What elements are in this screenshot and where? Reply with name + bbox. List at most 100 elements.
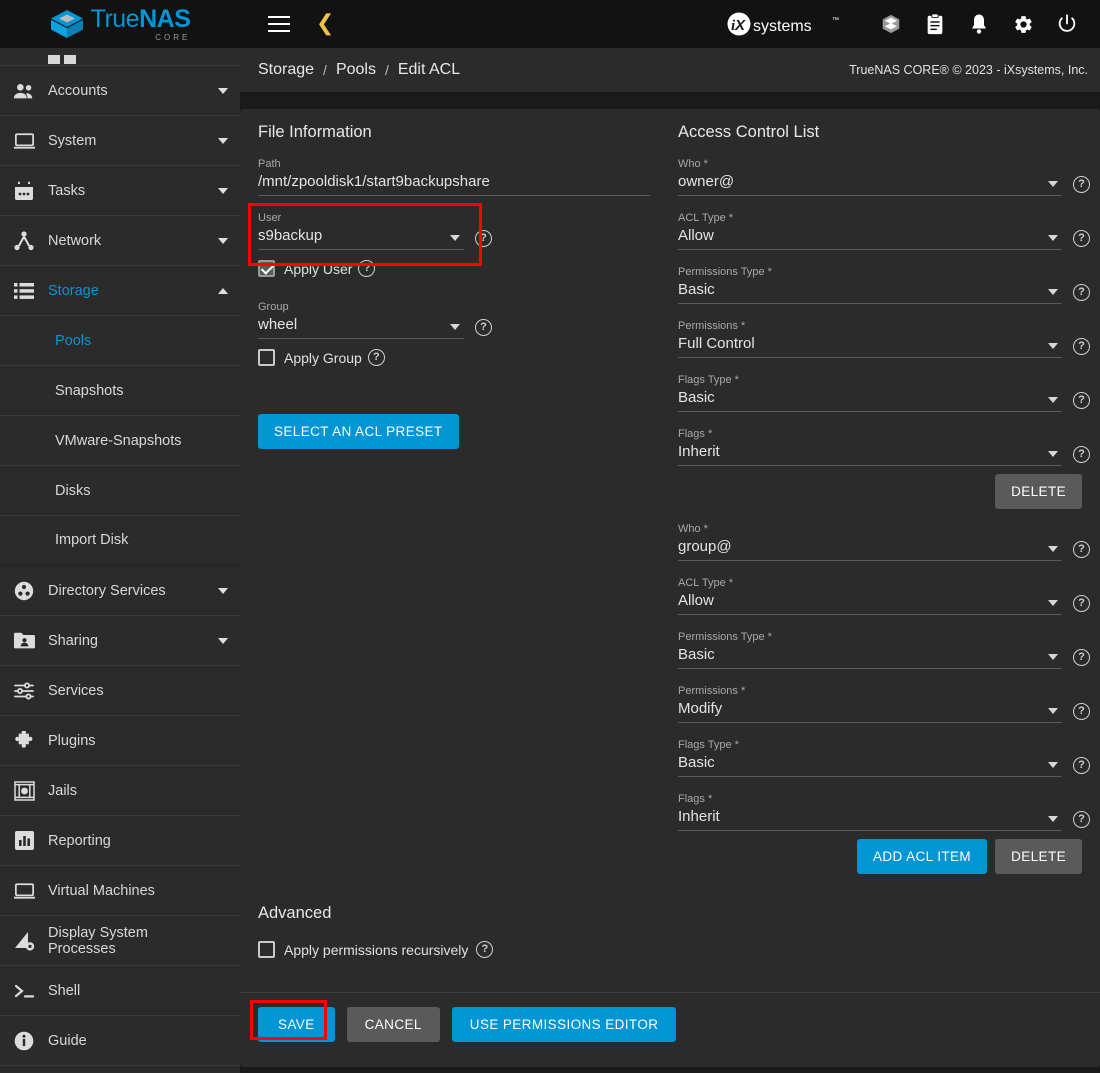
sidebar-item-accounts[interactable]: Accounts: [0, 66, 240, 116]
sidebar-item-import-disk[interactable]: Import Disk: [0, 516, 240, 566]
select-acl-preset-button[interactable]: SELECT AN ACL PRESET: [258, 414, 459, 449]
notifications-bell-icon[interactable]: [966, 11, 992, 37]
tasks-clipboard-icon[interactable]: [922, 11, 948, 37]
sidebar-item-reporting[interactable]: Reporting: [0, 816, 240, 866]
acl-type-select[interactable]: Allow: [678, 592, 1062, 615]
chevron-down-icon[interactable]: [1048, 181, 1058, 187]
flags-type-select[interactable]: Basic: [678, 389, 1062, 412]
help-icon[interactable]: ?: [358, 260, 375, 277]
acl-list-actions: ADD ACL ITEM DELETE: [678, 839, 1090, 874]
power-icon[interactable]: [1054, 11, 1080, 37]
sidebar-item-dashboard-partial[interactable]: [0, 48, 240, 66]
help-icon[interactable]: ?: [1073, 446, 1090, 463]
chevron-left-icon[interactable]: ❮: [316, 13, 334, 35]
sidebar-item-plugins[interactable]: Plugins: [0, 716, 240, 766]
path-value[interactable]: /mnt/zpooldisk1/start9backupshare: [258, 173, 650, 196]
help-icon[interactable]: ?: [1073, 230, 1090, 247]
delete-acl-entry-button[interactable]: DELETE: [995, 474, 1082, 509]
apply-group-checkbox[interactable]: [258, 349, 275, 366]
chevron-down-icon[interactable]: [1048, 546, 1058, 552]
flags-type-select[interactable]: Basic: [678, 754, 1062, 777]
sidebar-item-disks[interactable]: Disks: [0, 466, 240, 516]
user-select[interactable]: s9backup: [258, 227, 464, 250]
who-select[interactable]: group@: [678, 538, 1062, 561]
permissions-type-select[interactable]: Basic: [678, 646, 1062, 669]
chevron-up-icon[interactable]: [206, 288, 240, 294]
acl-type-select[interactable]: Allow: [678, 227, 1062, 250]
help-icon[interactable]: ?: [1073, 811, 1090, 828]
chevron-down-icon[interactable]: [1048, 762, 1058, 768]
sidebar-item-directory-services[interactable]: Directory Services: [0, 566, 240, 616]
chevron-down-icon[interactable]: [1048, 708, 1058, 714]
chevron-down-icon[interactable]: [206, 188, 240, 194]
chevron-down-icon[interactable]: [206, 88, 240, 94]
sidebar-item-pools[interactable]: Pools: [0, 316, 240, 366]
help-icon[interactable]: ?: [1073, 284, 1090, 301]
permissions-select[interactable]: Modify: [678, 700, 1062, 723]
shell-prompt-icon: [0, 983, 48, 999]
chevron-down-icon[interactable]: [1048, 289, 1058, 295]
chevron-down-icon[interactable]: [206, 638, 240, 644]
permissions-label: Permissions *: [678, 320, 1090, 332]
sidebar-item-sharing[interactable]: Sharing: [0, 616, 240, 666]
sidebar-item-display-system-processes[interactable]: Display System Processes: [0, 916, 240, 966]
help-icon[interactable]: ?: [368, 349, 385, 366]
sidebar-item-storage[interactable]: Storage: [0, 266, 240, 316]
hamburger-icon[interactable]: [268, 16, 290, 32]
permissions-select[interactable]: Full Control: [678, 335, 1062, 358]
save-button[interactable]: SAVE: [258, 1007, 335, 1042]
apply-user-checkbox[interactable]: [258, 260, 275, 277]
folder-share-icon: [0, 632, 48, 649]
help-icon[interactable]: ?: [1073, 338, 1090, 355]
cancel-button[interactable]: CANCEL: [347, 1007, 440, 1042]
sidebar-item-snapshots[interactable]: Snapshots: [0, 366, 240, 416]
chevron-down-icon[interactable]: [1048, 235, 1058, 241]
chevron-down-icon[interactable]: [450, 235, 460, 241]
help-icon[interactable]: ?: [475, 319, 492, 336]
help-icon[interactable]: ?: [1073, 392, 1090, 409]
chevron-down-icon[interactable]: [1048, 600, 1058, 606]
settings-gear-icon[interactable]: [1010, 11, 1036, 37]
sidebar-item-shell[interactable]: Shell: [0, 966, 240, 1016]
sidebar-item-services[interactable]: Services: [0, 666, 240, 716]
chevron-down-icon[interactable]: [1048, 816, 1058, 822]
help-icon[interactable]: ?: [1073, 541, 1090, 558]
chevron-down-icon[interactable]: [206, 588, 240, 594]
flags-select[interactable]: Inherit: [678, 443, 1062, 466]
chevron-down-icon[interactable]: [1048, 343, 1058, 349]
chevron-down-icon[interactable]: [450, 324, 460, 330]
flags-select[interactable]: Inherit: [678, 808, 1062, 831]
chevron-down-icon[interactable]: [206, 138, 240, 144]
use-permissions-editor-button[interactable]: USE PERMISSIONS EDITOR: [452, 1007, 677, 1042]
who-select[interactable]: owner@: [678, 173, 1062, 196]
sidebar-item-network[interactable]: Network: [0, 216, 240, 266]
help-icon[interactable]: ?: [1073, 703, 1090, 720]
help-icon[interactable]: ?: [475, 230, 492, 247]
processes-icon: [0, 931, 48, 951]
sidebar-item-vmware-snapshots[interactable]: VMware-Snapshots: [0, 416, 240, 466]
breadcrumb-item-pools[interactable]: Pools: [336, 61, 376, 79]
sidebar-item-tasks[interactable]: Tasks: [0, 166, 240, 216]
help-icon[interactable]: ?: [1073, 595, 1090, 612]
help-icon[interactable]: ?: [1073, 649, 1090, 666]
chevron-down-icon[interactable]: [1048, 654, 1058, 660]
help-icon[interactable]: ?: [476, 941, 493, 958]
permissions-type-select[interactable]: Basic: [678, 281, 1062, 304]
breadcrumb-item-storage[interactable]: Storage: [258, 61, 314, 79]
brand-logo[interactable]: TrueNAS CORE: [0, 0, 240, 48]
chevron-down-icon[interactable]: [1048, 451, 1058, 457]
sidebar-item-system[interactable]: System: [0, 116, 240, 166]
sliders-icon: [0, 682, 48, 700]
add-acl-item-button[interactable]: ADD ACL ITEM: [857, 839, 987, 874]
sidebar-item-guide[interactable]: Guide: [0, 1016, 240, 1066]
delete-acl-entry-button[interactable]: DELETE: [995, 839, 1082, 874]
help-icon[interactable]: ?: [1073, 176, 1090, 193]
sidebar-item-jails[interactable]: Jails: [0, 766, 240, 816]
sidebar-item-virtual-machines[interactable]: Virtual Machines: [0, 866, 240, 916]
jails-cube-icon[interactable]: [878, 11, 904, 37]
apply-permissions-recursively-checkbox[interactable]: [258, 941, 275, 958]
chevron-down-icon[interactable]: [1048, 397, 1058, 403]
group-select[interactable]: wheel: [258, 316, 464, 339]
chevron-down-icon[interactable]: [206, 238, 240, 244]
help-icon[interactable]: ?: [1073, 757, 1090, 774]
